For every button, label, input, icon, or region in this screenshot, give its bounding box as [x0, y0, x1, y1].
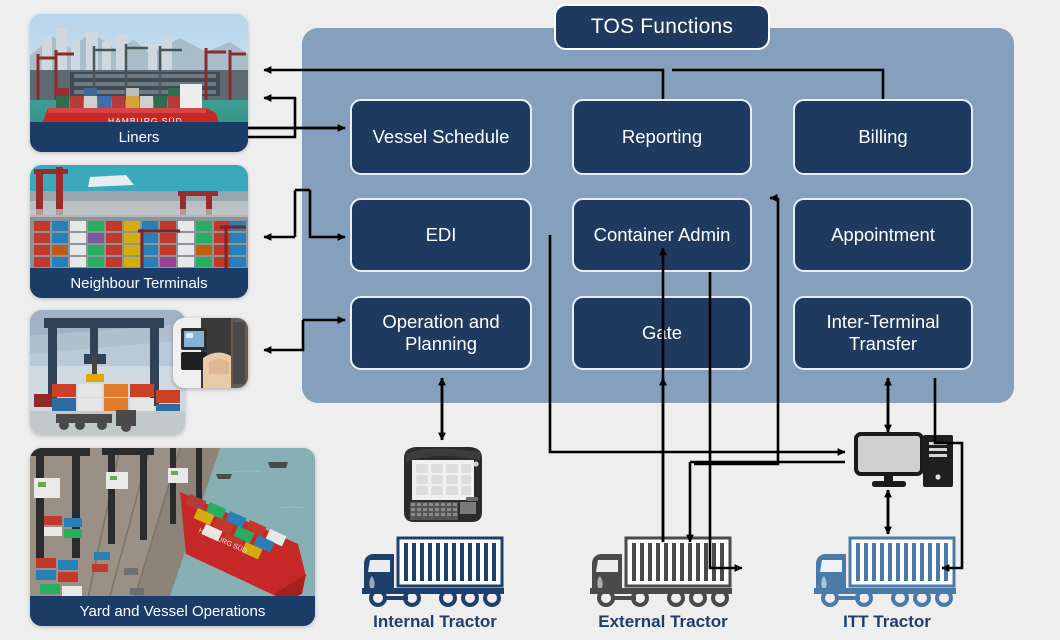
actor-card-yard-and-vessel-operations[interactable]: HAMBURG SÜD Yard and Vessel Operations: [30, 448, 315, 626]
function-label: Billing: [858, 126, 908, 148]
tractor-label-itt: ITT Tractor: [843, 612, 931, 631]
operations-crane-photo-card[interactable]: [30, 310, 185, 435]
truck-icon-internal-tractor[interactable]: [360, 530, 510, 608]
actor-label: Neighbour Terminals: [30, 268, 248, 298]
rtg-crane-container-stack-photo: [30, 310, 185, 435]
function-label: Gate: [641, 322, 683, 344]
function-box-reporting[interactable]: Reporting: [572, 99, 752, 175]
function-box-operation-and-planning[interactable]: Operation and Planning: [350, 296, 532, 370]
function-box-inter-terminal-transfer[interactable]: Inter-Terminal Transfer: [793, 296, 973, 370]
tractor-label-external: External Tractor: [598, 612, 728, 631]
pc-tower-icon: [922, 434, 954, 488]
truck-icon-itt-tractor[interactable]: [812, 530, 962, 608]
function-box-edi[interactable]: EDI: [350, 198, 532, 272]
tos-functions-title: TOS Functions: [554, 4, 770, 50]
actor-card-liners[interactable]: HAMBURG SÜD Liners: [30, 14, 248, 152]
handheld-terminal-operator-photo[interactable]: [173, 318, 248, 388]
function-label: Appointment: [831, 224, 935, 246]
function-label: Container Admin: [593, 224, 731, 246]
function-label: EDI: [425, 224, 457, 246]
handheld-terminal-icon: [396, 442, 490, 528]
tractor-label-internal: Internal Tractor: [373, 612, 497, 631]
actor-label: Yard and Vessel Operations: [30, 596, 315, 626]
function-label: Operation and Planning: [382, 311, 500, 354]
function-label: Inter-Terminal Transfer: [826, 311, 940, 354]
function-label: Reporting: [621, 126, 703, 148]
function-label: Vessel Schedule: [372, 126, 510, 148]
function-box-container-admin[interactable]: Container Admin: [572, 198, 752, 272]
function-box-vessel-schedule[interactable]: Vessel Schedule: [350, 99, 532, 175]
actor-label: Liners: [30, 122, 248, 152]
actor-card-neighbour-terminals[interactable]: Neighbour Terminals: [30, 165, 248, 298]
function-box-gate[interactable]: Gate: [572, 296, 752, 370]
function-box-appointment[interactable]: Appointment: [793, 198, 973, 272]
tos-functions-diagram: TOS Functions Vessel Schedule Reporting …: [0, 0, 1060, 640]
function-box-billing[interactable]: Billing: [793, 99, 973, 175]
truck-icon-external-tractor[interactable]: [588, 530, 738, 608]
desktop-monitor-icon: [854, 432, 924, 488]
